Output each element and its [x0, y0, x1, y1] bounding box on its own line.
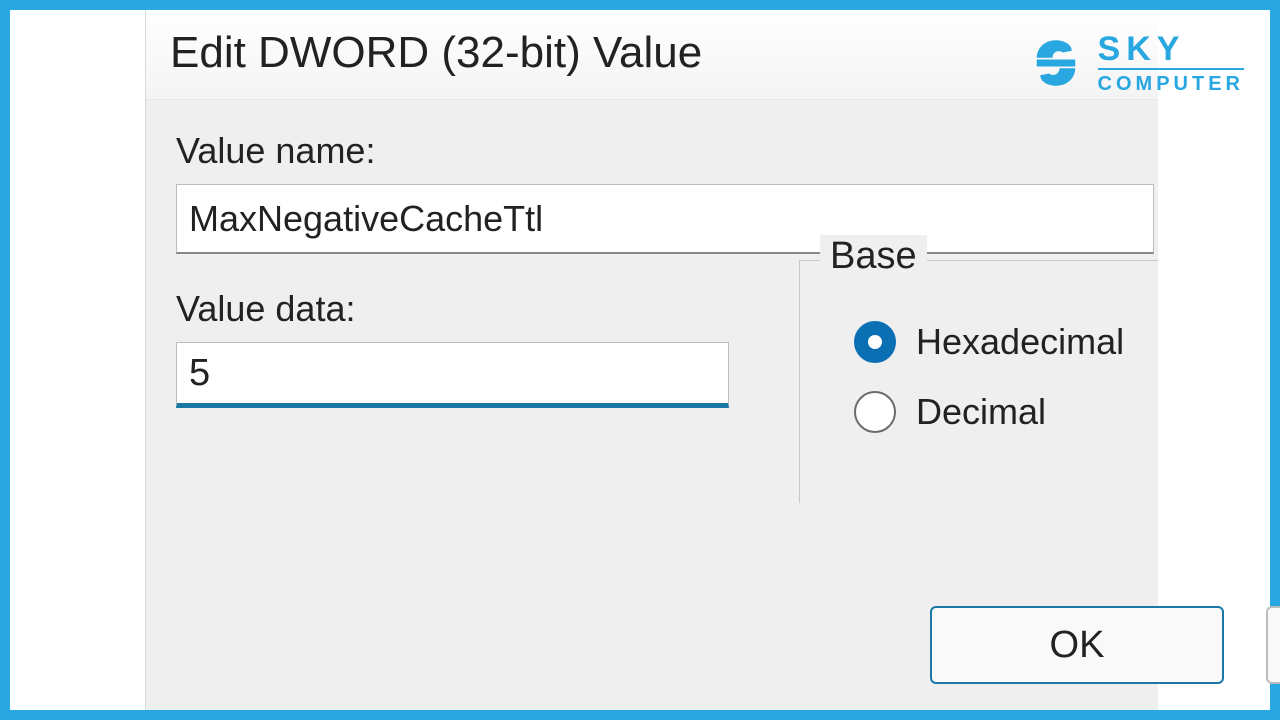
sky-computer-logo: SKY COMPUTER — [1028, 32, 1244, 94]
value-data-input[interactable] — [176, 342, 729, 408]
ok-button[interactable]: OK — [930, 606, 1224, 684]
logo-text: SKY COMPUTER — [1098, 32, 1244, 94]
logo-line2: COMPUTER — [1098, 74, 1244, 94]
app-frame: Edit DWORD (32-bit) Value Value name: Va… — [0, 0, 1280, 720]
radio-label: Hexadecimal — [916, 321, 1124, 363]
value-name-input[interactable] — [176, 184, 1154, 254]
base-legend: Base — [820, 235, 927, 278]
edit-dword-dialog: Edit DWORD (32-bit) Value Value name: Va… — [145, 10, 1158, 710]
value-name-label: Value name: — [176, 130, 1158, 172]
cancel-button-partial[interactable] — [1266, 606, 1280, 684]
logo-mark-icon — [1028, 35, 1084, 91]
logo-line1: SKY — [1098, 32, 1244, 70]
radio-decimal[interactable]: Decimal — [854, 391, 1134, 433]
radio-label: Decimal — [916, 391, 1046, 433]
dialog-titlebar: Edit DWORD (32-bit) Value — [146, 10, 1158, 100]
dialog-body: Value name: Value data: Base Hexadecimal — [146, 100, 1158, 503]
value-data-label: Value data: — [176, 288, 729, 330]
base-groupbox: Base Hexadecimal Decimal — [799, 260, 1158, 503]
dialog-title: Edit DWORD (32-bit) Value — [170, 28, 1134, 78]
radio-button-icon — [854, 321, 896, 363]
dialog-buttons: OK — [930, 606, 1280, 684]
radio-hexadecimal[interactable]: Hexadecimal — [854, 321, 1134, 363]
value-data-row: Value data: Base Hexadecimal — [176, 288, 1158, 503]
radio-button-icon — [854, 391, 896, 433]
